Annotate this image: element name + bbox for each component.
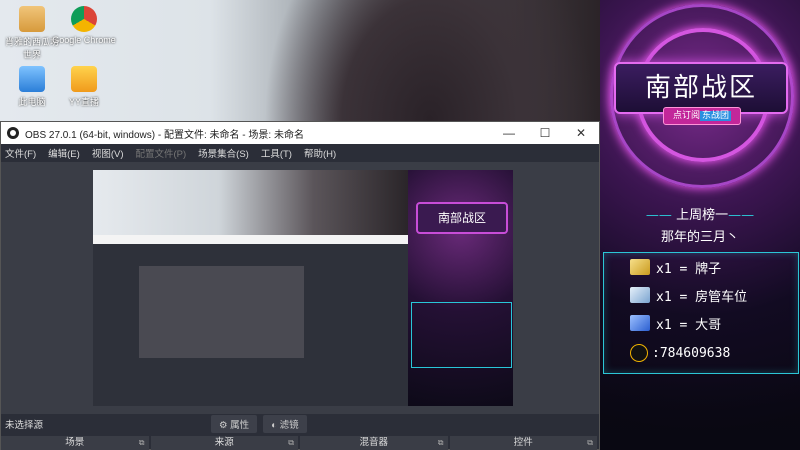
filters-label: 滤镜	[279, 420, 299, 431]
obs-docks: 场景 ⧉ 来源 ⧉ 混音器 ⧉ 控件 ⧉	[1, 436, 599, 450]
filters-button[interactable]: ◐ 滤镜	[263, 415, 307, 433]
rank-row-text: x1 = 牌子	[656, 261, 722, 277]
qq-penguin-icon	[630, 344, 648, 362]
dock-mixer[interactable]: 混音器 ⧉	[300, 436, 448, 450]
rank-row: x1 = 大哥	[656, 312, 721, 334]
maximize-icon[interactable]: ☐	[527, 126, 563, 140]
dock-float-icon[interactable]: ⧉	[288, 436, 294, 450]
obs-source-toolbar: 未选择源 ⚙ 属性 ◐ 滤镜	[1, 414, 599, 434]
qq-row: :784609638	[630, 344, 730, 362]
dock-float-icon[interactable]: ⧉	[438, 436, 444, 450]
user-folder-icon	[19, 6, 45, 32]
car-icon	[630, 287, 650, 303]
minimize-icon[interactable]: —	[491, 126, 527, 140]
preview-nested-obs-window	[93, 235, 408, 406]
desktop-icon-app[interactable]: YY直播	[52, 66, 116, 108]
obs-menubar: 文件(F) 编辑(E) 视图(V) 配置文件(P) 场景集合(S) 工具(T) …	[1, 144, 599, 162]
preview-poster-title: 南部战区	[416, 202, 508, 234]
preview-nested-canvas	[139, 266, 304, 358]
computer-icon	[19, 66, 45, 92]
properties-button[interactable]: ⚙ 属性	[211, 415, 258, 433]
dock-controls-title: 控件	[513, 437, 533, 448]
qq-number: :784609638	[652, 345, 731, 361]
dock-controls[interactable]: 控件 ⧉	[449, 436, 597, 450]
window-title: OBS 27.0.1 (64-bit, windows) - 配置文件: 未命名…	[25, 129, 304, 141]
dock-mixer-title: 混音器	[359, 437, 388, 448]
properties-label: 属性	[230, 420, 250, 431]
rank-row: x1 = 房管车位	[656, 284, 747, 306]
poster-bottom-fade	[600, 380, 800, 450]
desktop-icon-label: YY直播	[68, 97, 99, 107]
dock-sources-title: 来源	[214, 437, 234, 448]
dock-scenes-title: 场景	[65, 437, 85, 448]
menu-scene-collection[interactable]: 场景集合(S)	[198, 146, 249, 160]
subscribe-text: 点订阅	[672, 111, 700, 121]
obs-logo-icon	[7, 127, 19, 139]
ranking-header: —— 上周榜一——	[645, 208, 755, 223]
rocket-icon	[630, 315, 650, 331]
ranking-header-text: 上周榜一	[676, 208, 729, 223]
menu-view[interactable]: 视图(V)	[92, 146, 124, 160]
obs-window: OBS 27.0.1 (64-bit, windows) - 配置文件: 未命名…	[0, 121, 600, 450]
poster-subscribe-badge: 点订阅 东战团	[663, 107, 741, 125]
stream-poster: 南部战区 点订阅 东战团 —— 上周榜一—— 那年的三月丶 x1 = 牌子 x1 …	[600, 0, 800, 450]
desktop-icon-label: Google Chrome	[52, 35, 116, 45]
chrome-icon	[71, 6, 97, 32]
preview-rank-box	[411, 302, 512, 368]
menu-help[interactable]: 帮助(H)	[304, 146, 336, 160]
menu-profile[interactable]: 配置文件(P)	[135, 146, 186, 160]
rank-row: x1 = 牌子	[656, 256, 721, 278]
desktop-icon-chrome[interactable]: Google Chrome	[52, 6, 116, 45]
obs-preview-area: 南部战区	[1, 162, 599, 414]
song-line: 那年的三月丶	[660, 230, 739, 245]
no-source-selected-label: 未选择源	[5, 420, 44, 431]
rank-row-text: x1 = 大哥	[656, 317, 722, 333]
app-icon	[71, 66, 97, 92]
menu-edit[interactable]: 编辑(E)	[48, 146, 80, 160]
golden-pen-icon	[630, 259, 650, 275]
dock-float-icon[interactable]: ⧉	[139, 436, 145, 450]
subscribe-highlight: 东战团	[700, 111, 732, 121]
menu-file[interactable]: 文件(F)	[5, 146, 36, 160]
obs-preview-canvas[interactable]: 南部战区	[93, 170, 513, 406]
dock-sources[interactable]: 来源 ⧉	[150, 436, 298, 450]
dock-scenes[interactable]: 场景 ⧉	[1, 436, 149, 450]
close-icon[interactable]: ✕	[563, 126, 599, 140]
menu-tools[interactable]: 工具(T)	[261, 146, 292, 160]
obs-titlebar[interactable]: OBS 27.0.1 (64-bit, windows) - 配置文件: 未命名…	[1, 122, 599, 144]
preview-poster: 南部战区	[408, 170, 513, 406]
rank-row-text: x1 = 房管车位	[656, 289, 748, 305]
dock-float-icon[interactable]: ⧉	[587, 436, 593, 450]
